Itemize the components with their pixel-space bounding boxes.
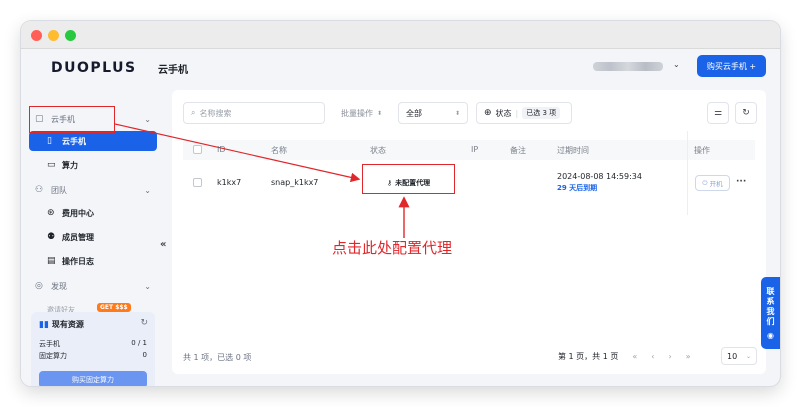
annotation-text: 点击此处配置代理 — [332, 239, 453, 257]
chat-icon: ◉ — [767, 331, 774, 340]
contact-us-tab[interactable]: 联 系 我 们 ◉ — [761, 277, 780, 349]
annotation-arrows — [114, 123, 410, 238]
